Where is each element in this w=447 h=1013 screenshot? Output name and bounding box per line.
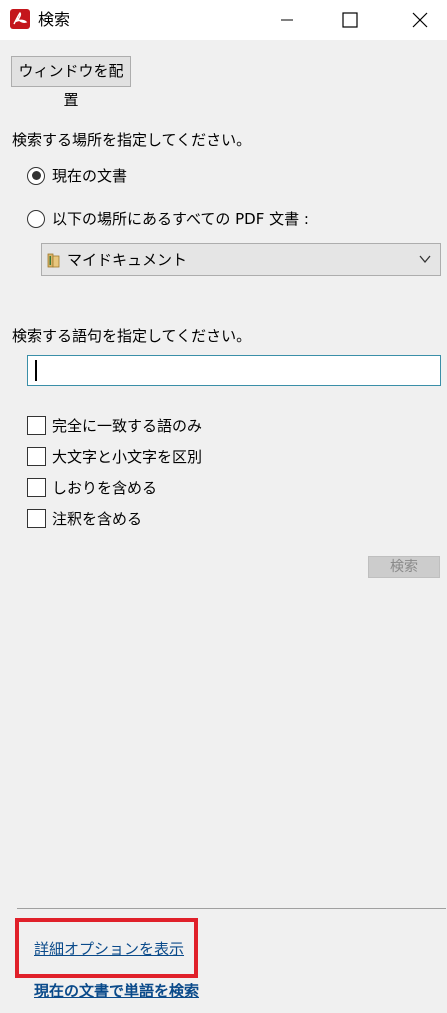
acrobat-icon [10,9,30,29]
minimize-button[interactable] [264,0,310,40]
option-include-comments[interactable]: 注釈を含める [27,508,142,529]
close-button[interactable] [397,0,443,40]
option-include-bookmarks[interactable]: しおりを含める [27,477,157,498]
radio-button[interactable] [27,209,45,228]
checkbox-label: 大文字と小文字を区別 [52,448,203,466]
option-whole-words-only[interactable]: 完全に一致する語のみ [27,415,202,436]
advanced-options-link[interactable]: 詳細オプションを表示 [34,939,184,959]
radio-button[interactable] [27,166,45,185]
radio-selected-dot [31,171,41,180]
text-caret [35,360,37,381]
maximize-icon [342,12,358,28]
folder-dropdown-value: マイドキュメント [67,251,188,269]
folder-dropdown[interactable]: マイドキュメント [41,243,441,276]
divider [17,908,446,909]
title-bar: 検索 [0,0,447,40]
search-button[interactable]: 検索 [368,556,440,578]
location-prompt: 検索する場所を指定してください。 [12,131,252,149]
close-icon [412,12,428,28]
radio-label: 以下の場所にあるすべての PDF 文書 : [52,210,309,228]
window-title: 検索 [38,10,71,29]
checkbox[interactable] [27,416,46,435]
checkbox-label: しおりを含める [52,479,158,497]
radio-current-document[interactable]: 現在の文書 [27,165,127,186]
checkbox-label: 完全に一致する語のみ [52,417,203,435]
search-term-input[interactable] [27,355,441,386]
maximize-button[interactable] [327,0,373,40]
checkbox[interactable] [27,447,46,466]
checkbox[interactable] [27,478,46,497]
checkbox[interactable] [27,509,46,528]
arrange-window-button[interactable]: ウィンドウを配置 [11,56,131,109]
chevron-down-icon [418,252,432,270]
checkbox-label: 注釈を含める [52,510,143,528]
radio-label: 現在の文書 [52,167,128,185]
term-prompt: 検索する語句を指定してください。 [12,327,252,345]
option-case-sensitive[interactable]: 大文字と小文字を区別 [27,446,202,467]
folder-icon [47,252,61,268]
find-word-link[interactable]: 現在の文書で単語を検索 [34,981,199,1001]
minimize-icon [281,19,293,21]
radio-all-pdf-in-location[interactable]: 以下の場所にあるすべての PDF 文書 : [27,208,309,229]
